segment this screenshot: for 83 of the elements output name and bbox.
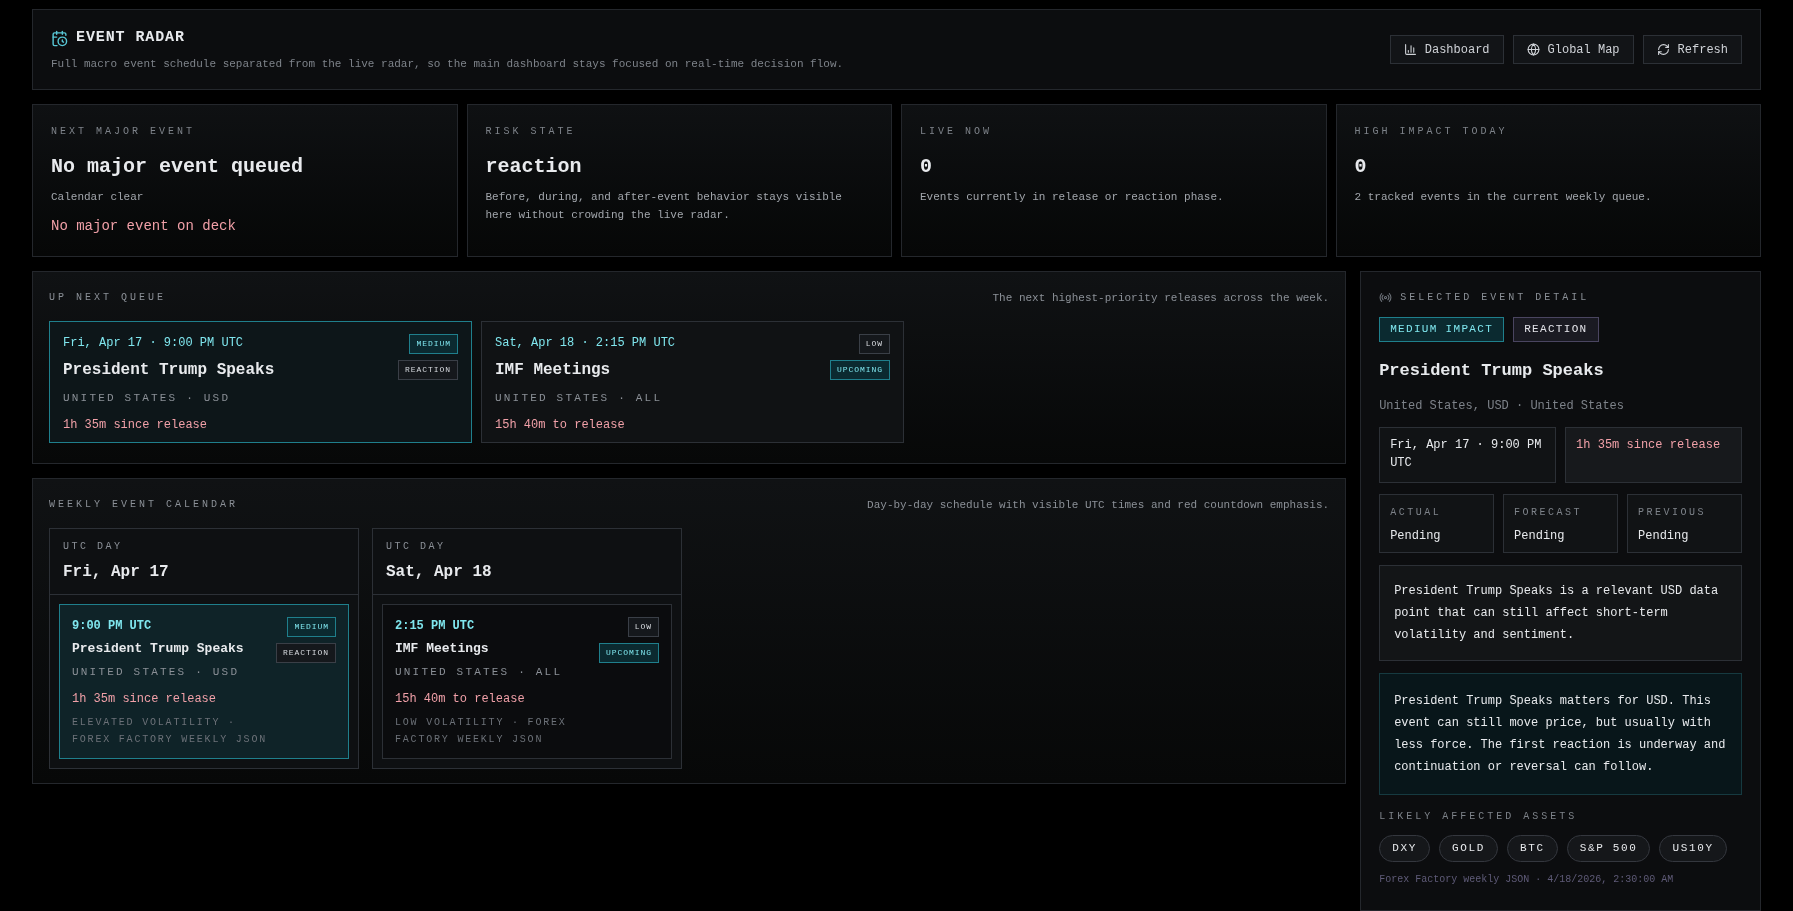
- stat-description: Calendar clear: [51, 190, 145, 205]
- event-meta: UNITED STATES · ALL: [395, 665, 564, 680]
- stat-description: Events currently in release or reaction phase.: [920, 190, 1225, 205]
- status-tag: MEDIUM: [287, 616, 336, 637]
- section-title: WEEKLY EVENT CALENDAR: [49, 498, 239, 512]
- assets-title: LIKELY AFFECTED ASSETS: [1379, 810, 1579, 824]
- detail-countdown: 1h 35m since release: [1565, 427, 1742, 483]
- section-title: SELECTED EVENT DETAIL: [1400, 291, 1590, 305]
- nav-button[interactable]: Global Map: [1512, 35, 1634, 64]
- event-countdown: 15h 40m to release: [395, 690, 526, 708]
- status-tag: MEDIUM IMPACT: [1379, 317, 1505, 342]
- figure-label: FORECAST: [1514, 506, 1584, 520]
- nav-button[interactable]: Dashboard: [1389, 35, 1504, 64]
- event-time: 2:15 PM UTC: [395, 617, 476, 635]
- status-tag: LOW: [858, 333, 890, 354]
- event-countdown: 15h 40m to release: [495, 417, 626, 434]
- figure-label: PREVIOUS: [1638, 506, 1708, 520]
- stat-value: reaction: [485, 154, 583, 180]
- alert-text: No major event on deck: [51, 217, 237, 236]
- nav-button[interactable]: Refresh: [1642, 35, 1742, 64]
- figure-value: Pending: [1514, 528, 1566, 545]
- figure-label: ACTUAL: [1390, 506, 1443, 520]
- stat-description: 2 tracked events in the current weekly queue.: [1354, 190, 1653, 205]
- event-source: ELEVATED VOLATILITY · FOREX FACTORY WEEKLY JSON: [72, 715, 269, 747]
- stat-label: LIVE NOW: [920, 125, 993, 139]
- stat-description: Before, during, and after-event behavior stays visible here without crowding the live radar.: [485, 190, 843, 223]
- globe-icon: [1526, 43, 1540, 56]
- day-date: Fri, Apr 17: [63, 561, 170, 583]
- stat-label: RISK STATE: [485, 125, 577, 139]
- broadcast-icon: [1379, 291, 1393, 304]
- asset-chip: US10Y: [1659, 835, 1727, 862]
- event-meta: UNITED STATES · USD: [72, 665, 241, 680]
- event-meta: UNITED STATES · ALL: [495, 390, 664, 406]
- asset-chip: BTC: [1506, 835, 1558, 862]
- section-note: Day-by-day schedule with visible UTC times and red countdown emphasis.: [867, 498, 1330, 513]
- day-date: Sat, Apr 18: [386, 561, 493, 583]
- event-meta: UNITED STATES · USD: [63, 390, 232, 406]
- event-source: LOW VOLATILITY · FOREX FACTORY WEEKLY JSON: [395, 715, 568, 747]
- detail-analysis: President Trump Speaks matters for USD. This event can still move price, but usually with less force. The first reaction is underway and continuation or reversal can follow.: [1379, 673, 1742, 795]
- stat-label: HIGH IMPACT TODAY: [1354, 125, 1509, 139]
- calendar-icon: [51, 29, 68, 47]
- stat-value: 0: [1354, 154, 1368, 180]
- status-tag: REACTION: [275, 642, 336, 663]
- section-note: The next highest-priority releases across the week.: [992, 291, 1330, 306]
- refresh-icon: [1656, 43, 1670, 56]
- stat-value: 0: [920, 154, 933, 180]
- event-countdown: 1h 35m since release: [63, 417, 209, 434]
- event-title: President Trump Speaks: [63, 359, 275, 381]
- section-title: UP NEXT QUEUE: [49, 291, 166, 305]
- day-label: UTC DAY: [386, 539, 447, 554]
- stat-value: No major event queued: [51, 154, 305, 180]
- day-label: UTC DAY: [63, 539, 124, 554]
- source-footer: Forex Factory weekly JSON · 4/18/2026, 2:30:00 AM: [1379, 872, 1742, 887]
- event-card[interactable]: Fri, Apr 17 · 9:00 PM UTC President Trump Speaks UNITED STATES · USD 1h 35m since release MEDIUM REACTION: [49, 320, 472, 443]
- calendar-event[interactable]: 2:15 PM UTC IMF Meetings UNITED STATES · ALL 15h 40m to release LOW VOLATILITY · FOREX FACTORY WEEKLY JSON LOW UPCOMING: [382, 603, 672, 759]
- event-time: Sat, Apr 18 · 2:15 PM UTC: [495, 334, 676, 352]
- detail-time: Fri, Apr 17 · 9:00 PM UTC: [1379, 427, 1557, 483]
- asset-chip: S&P 500: [1566, 835, 1651, 862]
- detail-title: President Trump Speaks: [1379, 359, 1605, 382]
- page-title: EVENT RADAR: [76, 28, 185, 48]
- event-time: 9:00 PM UTC: [72, 617, 153, 635]
- asset-chip: GOLD: [1438, 835, 1498, 862]
- detail-location: United States, USD · United States: [1379, 398, 1625, 415]
- event-card[interactable]: Sat, Apr 18 · 2:15 PM UTC IMF Meetings UNITED STATES · ALL 15h 40m to release LOW UPCOMING: [481, 320, 904, 443]
- asset-chip: DXY: [1379, 835, 1430, 862]
- page-subtitle: Full macro event schedule separated from the live radar, so the main dashboard stays focused on real-time decision flow.: [51, 56, 844, 72]
- chart-icon: [1403, 43, 1417, 56]
- event-title: IMF Meetings: [495, 359, 612, 381]
- figure-value: Pending: [1638, 528, 1690, 545]
- event-title: IMF Meetings: [395, 639, 490, 658]
- status-tag: UPCOMING: [829, 359, 890, 380]
- calendar-event[interactable]: 9:00 PM UTC President Trump Speaks UNITED STATES · USD 1h 35m since release ELEVATED VOLATILITY · FOREX FACTORY WEEKLY JSON MEDIUM REACTION: [59, 603, 349, 759]
- detail-summary: President Trump Speaks is a relevant USD data point that can still affect short-term volatility and sentiment.: [1379, 565, 1742, 661]
- stat-label: NEXT MAJOR EVENT: [51, 125, 196, 139]
- event-title: President Trump Speaks: [72, 639, 245, 658]
- status-tag: UPCOMING: [598, 642, 659, 663]
- status-tag: REACTION: [1513, 317, 1599, 342]
- figure-value: Pending: [1390, 528, 1442, 545]
- status-tag: MEDIUM: [409, 333, 458, 354]
- status-tag: REACTION: [397, 359, 458, 380]
- event-time: Fri, Apr 17 · 9:00 PM UTC: [63, 334, 245, 352]
- event-countdown: 1h 35m since release: [72, 690, 218, 708]
- status-tag: LOW: [627, 616, 659, 637]
